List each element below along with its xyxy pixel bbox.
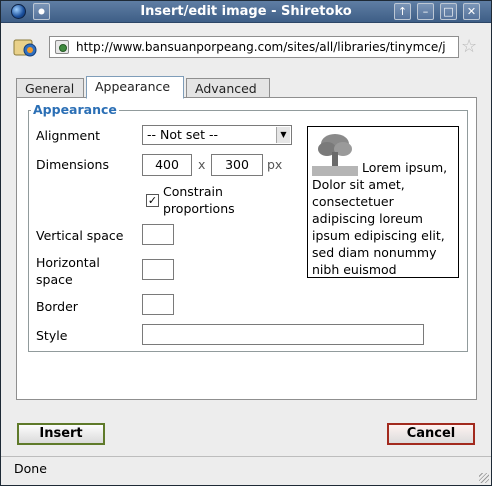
horizontal-space-label-line1: Horizontal (36, 255, 100, 270)
shade-up-button[interactable]: ↑ (394, 3, 411, 20)
style-input[interactable] (142, 324, 424, 345)
vertical-space-label: Vertical space (36, 228, 124, 243)
constrain-checkbox[interactable]: ✓ (146, 194, 159, 207)
window-menu-icon (38, 8, 45, 15)
dimensions-label: Dimensions (36, 157, 109, 172)
dialog-window: Insert/edit image - Shiretoko ↑ – □ ✕ ht… (0, 0, 492, 486)
firefox-app-icon (13, 39, 37, 57)
tab-advanced[interactable]: Advanced (186, 78, 270, 98)
status-bar: Done (1, 456, 491, 485)
height-input[interactable]: 300 (211, 154, 263, 176)
bookmark-star-icon[interactable]: ☆ (461, 36, 477, 57)
window-menu-button[interactable] (33, 3, 50, 20)
tab-appearance[interactable]: Appearance (86, 76, 184, 99)
arrow-up-icon: ↑ (397, 5, 408, 18)
constrain-label-line1: Constrain (163, 184, 223, 199)
border-label: Border (36, 299, 78, 314)
resize-grip-icon[interactable] (479, 473, 489, 483)
alignment-label: Alignment (36, 128, 101, 143)
close-button[interactable]: ✕ (463, 3, 480, 20)
url-text: http://www.bansuanporpeang.com/sites/all… (76, 40, 446, 54)
border-input[interactable] (142, 294, 174, 315)
tab-general[interactable]: General (16, 78, 84, 98)
width-input[interactable]: 400 (142, 154, 192, 176)
status-text: Done (14, 461, 47, 476)
maximize-button[interactable]: □ (440, 3, 457, 20)
cancel-button[interactable]: Cancel (387, 423, 475, 445)
minimize-button[interactable]: – (417, 3, 434, 20)
appearance-panel: Appearance Alignment -- Not set -- ▼ Dim… (16, 97, 477, 400)
browser-globe-icon[interactable] (11, 4, 26, 19)
tree-image-icon (312, 130, 358, 176)
url-field[interactable]: http://www.bansuanporpeang.com/sites/all… (49, 36, 459, 58)
horizontal-space-label-line2: space (36, 272, 73, 287)
preview-text: Lorem ipsum, Dolor sit amet, consectetue… (312, 160, 448, 277)
title-bar[interactable]: Insert/edit image - Shiretoko ↑ – □ ✕ (1, 1, 491, 23)
vertical-space-input[interactable] (142, 224, 174, 245)
close-icon: ✕ (466, 5, 477, 18)
style-label: Style (36, 328, 68, 343)
minimize-icon: – (422, 5, 429, 18)
alignment-preview: Lorem ipsum, Dolor sit amet, consectetue… (307, 126, 459, 278)
maximize-icon: □ (443, 5, 454, 18)
insert-button[interactable]: Insert (17, 423, 105, 445)
appearance-fieldset: Appearance Alignment -- Not set -- ▼ Dim… (28, 102, 468, 352)
window-title: Insert/edit image - Shiretoko (140, 4, 352, 19)
chevron-down-icon[interactable]: ▼ (276, 127, 290, 143)
url-bar: http://www.bansuanporpeang.com/sites/all… (1, 24, 491, 70)
dimension-unit: px (267, 157, 283, 172)
horizontal-space-input[interactable] (142, 259, 174, 280)
site-identity-icon[interactable] (55, 40, 69, 54)
dimension-separator: x (198, 157, 206, 172)
alignment-select[interactable]: -- Not set -- ▼ (142, 125, 292, 145)
constrain-label-line2: proportions (163, 201, 235, 216)
alignment-value: -- Not set -- (147, 127, 218, 142)
fieldset-legend: Appearance (31, 102, 119, 117)
